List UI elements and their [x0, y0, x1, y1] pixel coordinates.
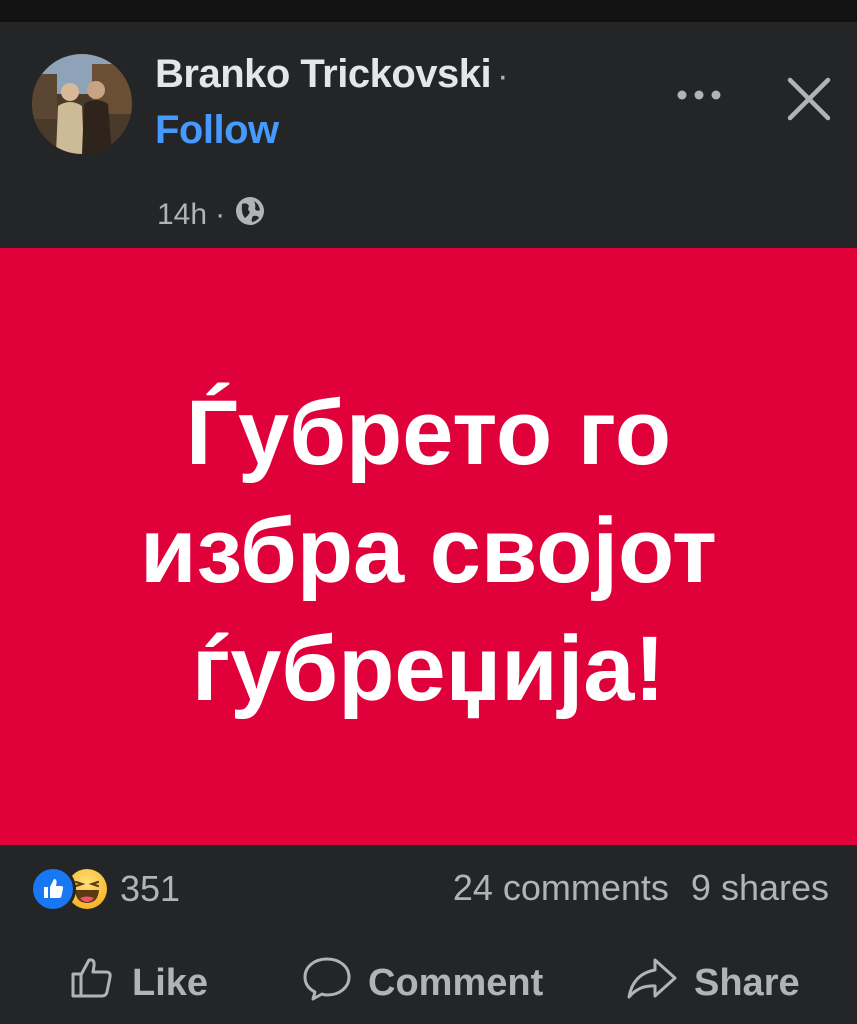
like-button[interactable]: Like [68, 958, 209, 1007]
share-label: Share [694, 961, 800, 1004]
post-image-text: Ѓубрето го избра својот ѓубреџија! [140, 374, 717, 728]
author-name[interactable]: Branko Trickovski · [155, 52, 508, 97]
engagement-counts: 24 comments 9 shares [453, 867, 829, 909]
share-button[interactable]: Share [624, 958, 800, 1007]
post-stats: 351 24 comments 9 shares [0, 845, 857, 935]
post-image-line: избра својот [140, 499, 717, 602]
like-reaction-icon [30, 866, 76, 912]
status-bar-strip [0, 0, 857, 22]
comments-count[interactable]: 24 comments [453, 867, 669, 909]
post-image-line: ѓубреџија! [191, 617, 666, 720]
author-name-text[interactable]: Branko Trickovski [155, 52, 492, 96]
post-meta: 14h · [157, 194, 267, 236]
shares-count[interactable]: 9 shares [691, 867, 829, 909]
comment-button[interactable]: Comment [300, 957, 544, 1007]
like-label: Like [132, 961, 209, 1004]
post-time[interactable]: 14h [157, 198, 207, 232]
comment-bubble-icon [300, 954, 354, 1012]
reaction-count: 351 [120, 868, 181, 909]
post-image-line: Ѓубрето го [185, 381, 672, 484]
thumbs-up-icon [68, 954, 118, 1012]
post-image[interactable]: Ѓубрето го избра својот ѓубреџија! [0, 248, 857, 845]
reactions-summary[interactable]: 351 [30, 866, 181, 912]
follow-button[interactable]: Follow [155, 108, 279, 153]
share-arrow-icon [624, 954, 680, 1012]
name-separator: · [497, 57, 508, 95]
post-header: Branko Trickovski · Follow 14h · [0, 22, 857, 248]
more-options-icon[interactable] [668, 70, 730, 120]
globe-icon [233, 194, 267, 236]
meta-separator: · [215, 198, 226, 231]
close-icon[interactable] [780, 70, 838, 128]
author-avatar[interactable] [32, 54, 132, 154]
avatar-photo [32, 54, 132, 154]
comment-label: Comment [368, 961, 544, 1004]
post-actions: Like Comment Share [0, 935, 857, 1024]
